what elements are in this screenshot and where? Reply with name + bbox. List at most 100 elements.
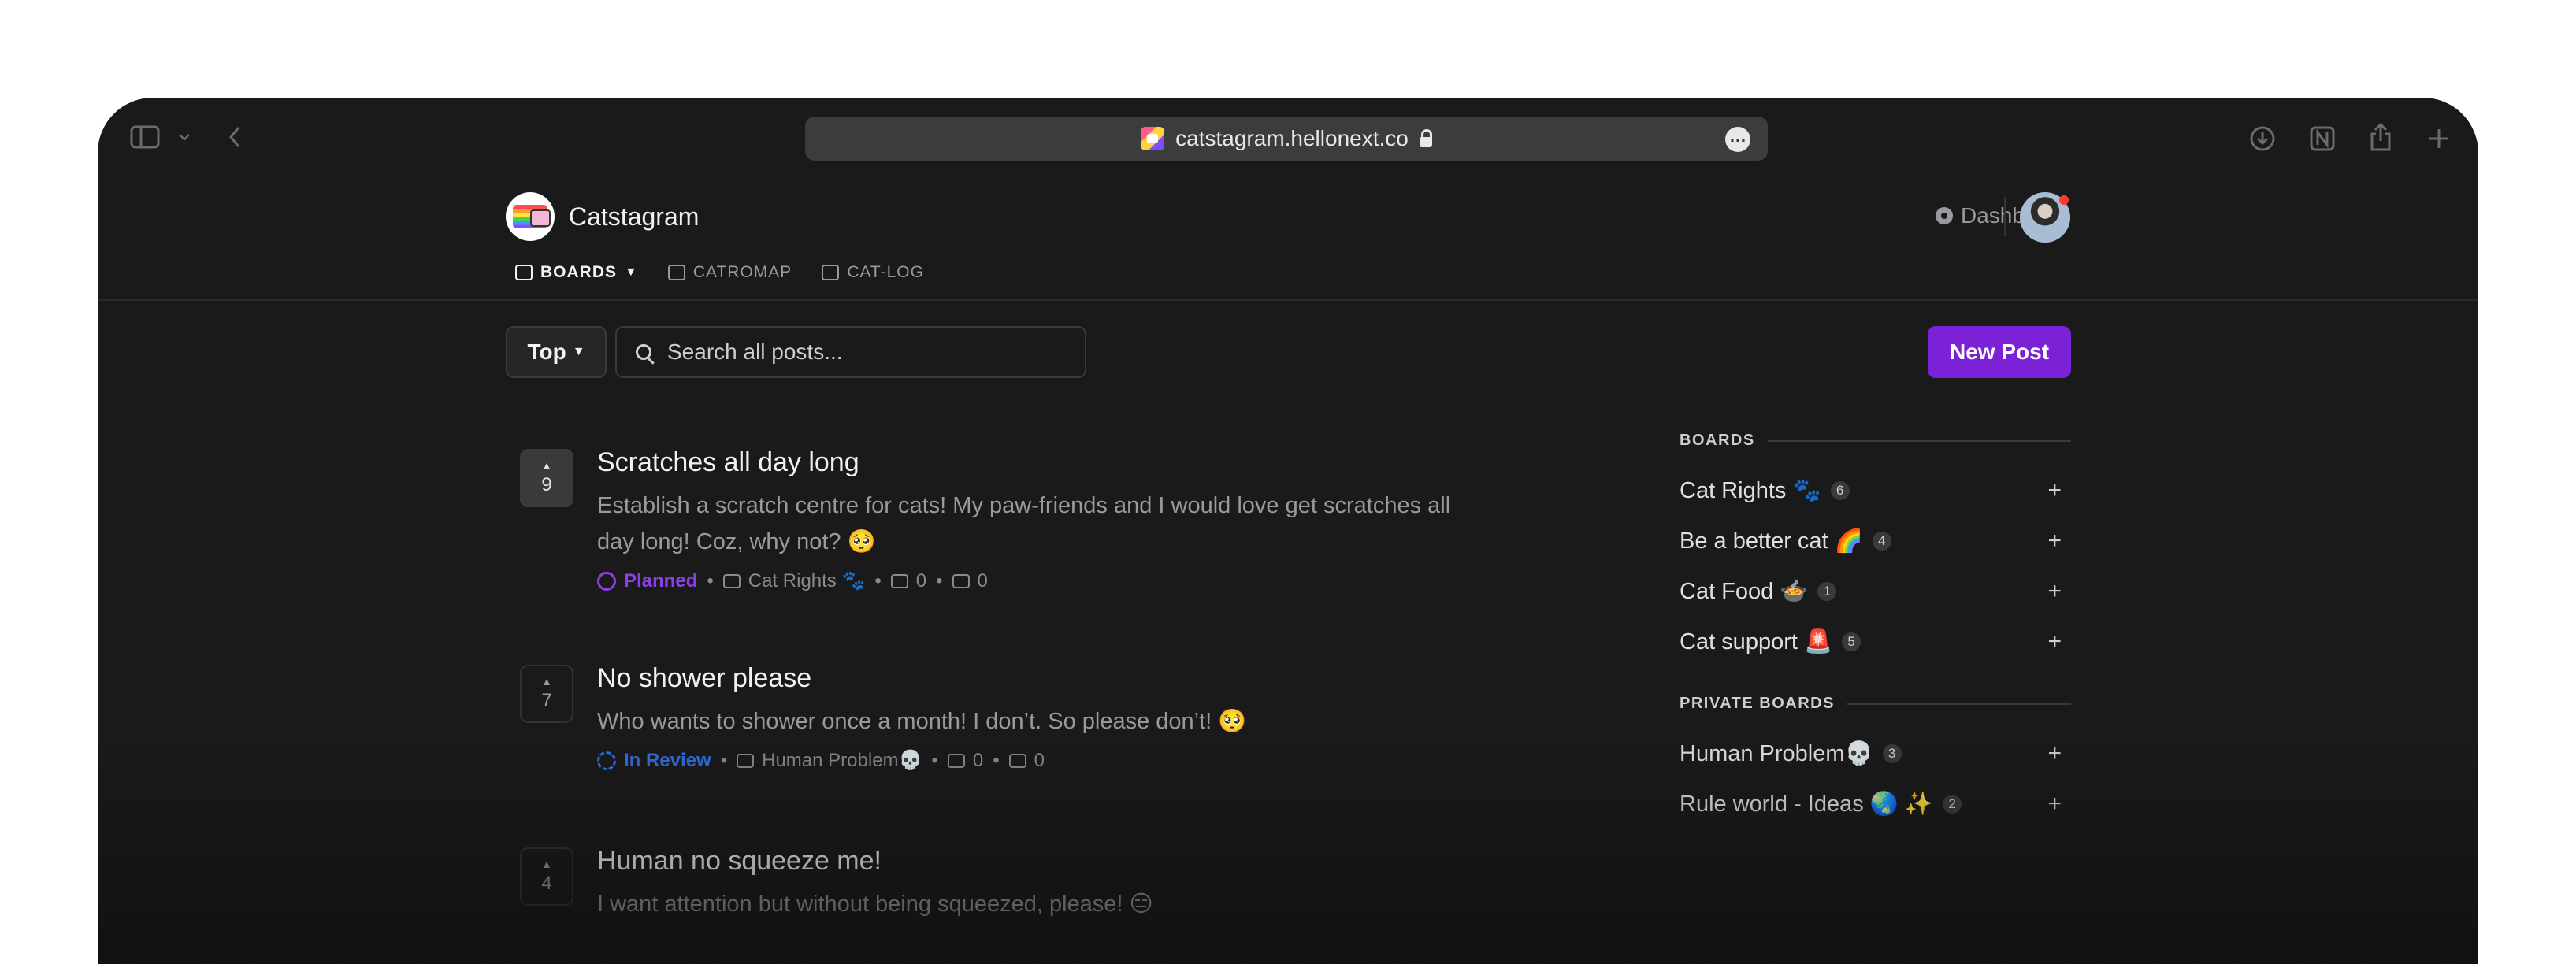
board-name: Cat support 🚨 <box>1680 629 1833 654</box>
boards-heading: BOARDS <box>1680 432 2071 450</box>
sort-dropdown[interactable]: Top ▼ <box>506 326 607 378</box>
post-title[interactable]: Human no squeeze me! <box>597 846 1487 877</box>
private-boards-heading: PRIVATE BOARDS <box>1680 695 2071 713</box>
download-icon[interactable] <box>2248 124 2277 153</box>
vote-count: 4 <box>541 873 552 894</box>
board-count: 5 <box>1842 632 1861 651</box>
post-board[interactable]: Cat Rights 🐾 <box>748 569 866 592</box>
browser-window: catstagram.hellonext.co … Catstagram Das… <box>98 98 2478 964</box>
sort-label: Top <box>527 339 566 364</box>
notification-dot <box>2059 195 2069 205</box>
page-menu-icon[interactable]: … <box>1725 127 1750 152</box>
chevron-down-icon: ▼ <box>572 345 585 358</box>
chevron-up-icon: ▲ <box>541 858 552 870</box>
share-icon[interactable] <box>2366 121 2395 153</box>
board-count: 3 <box>1882 744 1902 763</box>
gear-icon <box>1936 207 1953 224</box>
upvote-button[interactable]: ▲ 4 <box>520 847 573 906</box>
sidebar-toggle-icon[interactable] <box>129 124 161 150</box>
comment-icon <box>890 573 908 588</box>
notion-icon[interactable] <box>2308 124 2337 153</box>
signpost-icon <box>667 265 685 280</box>
add-icon[interactable]: + <box>2047 742 2062 766</box>
chevron-down-icon[interactable] <box>176 129 192 145</box>
vote-count: 7 <box>541 690 552 711</box>
board-name: Cat Rights 🐾 <box>1680 478 1821 503</box>
comment-count: 0 <box>915 569 927 591</box>
board-icon <box>737 753 755 768</box>
board-name: Be a better cat 🌈 <box>1680 528 1863 554</box>
comment-count: 0 <box>972 749 984 771</box>
header-divider-line <box>98 299 2478 301</box>
board-name: Human Problem💀 <box>1680 741 1873 766</box>
chevron-down-icon: ▼ <box>625 265 638 279</box>
main-nav: BOARDS ▼ CATROMAP CAT-LOG <box>515 263 954 282</box>
board-count: 6 <box>1830 481 1850 500</box>
site-favicon-icon <box>1141 127 1165 150</box>
add-icon[interactable]: + <box>2047 529 2062 553</box>
comment-icon <box>947 753 965 768</box>
post-meta: In Review • Human Problem💀 • 0 • 0 <box>597 749 1487 772</box>
post-title[interactable]: No shower please <box>597 663 1487 694</box>
brand-logo-icon <box>506 192 555 241</box>
post-meta: Planned • Cat Rights 🐾 • 0 • 0 <box>597 569 1487 592</box>
brand[interactable]: Catstagram <box>506 192 699 241</box>
board-icon <box>722 573 741 588</box>
header-divider <box>2004 197 2006 236</box>
search-input[interactable] <box>666 339 1063 365</box>
board-count: 1 <box>1817 582 1837 601</box>
reply-icon <box>1008 753 1026 768</box>
sidebar-private-board-item[interactable]: Rule world - Ideas 🌏 ✨ 2 + <box>1680 791 2071 818</box>
add-icon[interactable]: + <box>2047 630 2062 654</box>
post-description: Establish a scratch centre for cats! My … <box>597 493 1451 554</box>
board-name: Cat Food 🍲 <box>1680 579 1809 604</box>
gift-icon <box>822 265 840 280</box>
status-icon <box>597 571 616 591</box>
board-count: 4 <box>1872 532 1891 551</box>
nav-catromap[interactable]: CATROMAP <box>667 263 792 282</box>
nav-cat-log[interactable]: CAT-LOG <box>822 263 924 282</box>
reply-count: 0 <box>1034 749 1045 771</box>
chevron-up-icon: ▲ <box>541 675 552 688</box>
nav-boards[interactable]: BOARDS ▼ <box>515 263 638 282</box>
back-arrow-icon[interactable] <box>225 124 244 150</box>
nav-boards-label: BOARDS <box>540 263 618 281</box>
status-badge[interactable]: Planned <box>624 570 697 592</box>
new-tab-icon[interactable] <box>2425 124 2453 153</box>
board-count: 2 <box>1943 795 1962 814</box>
sidebar-board-item[interactable]: Cat support 🚨 5 + <box>1680 628 2071 655</box>
post-title[interactable]: Scratches all day long <box>597 447 1487 478</box>
sidebar-board-item[interactable]: Cat Food 🍲 1 + <box>1680 578 2071 605</box>
browser-toolbar: catstagram.hellonext.co … <box>98 98 2478 184</box>
post-description: I want attention but without being squee… <box>597 892 1153 917</box>
sidebar-board-item[interactable]: Be a better cat 🌈 4 + <box>1680 528 2071 554</box>
reply-count: 0 <box>977 569 988 591</box>
vote-count: 9 <box>541 474 552 495</box>
post-description: Who wants to shower once a month! I don’… <box>597 709 1247 734</box>
url-text: catstagram.hellonext.co <box>1175 126 1409 150</box>
nav-cat-log-label: CAT-LOG <box>847 263 924 281</box>
sidebar-board-item[interactable]: Cat Rights 🐾 6 + <box>1680 477 2071 504</box>
private-boards-heading-label: PRIVATE BOARDS <box>1680 695 1835 712</box>
add-icon[interactable]: + <box>2047 479 2062 502</box>
boards-icon <box>515 265 533 280</box>
lock-icon <box>1419 128 1432 147</box>
upvote-button[interactable]: ▲ 7 <box>520 665 573 723</box>
nav-catromap-label: CATROMAP <box>692 263 792 281</box>
add-icon[interactable]: + <box>2047 580 2062 603</box>
avatar[interactable] <box>2020 192 2070 243</box>
add-icon[interactable]: + <box>2047 792 2062 816</box>
post-board[interactable]: Human Problem💀 <box>762 749 922 772</box>
boards-heading-label: BOARDS <box>1680 432 1755 449</box>
address-bar[interactable]: catstagram.hellonext.co … <box>805 117 1768 161</box>
upvote-button[interactable]: ▲ 9 <box>520 449 573 507</box>
board-name: Rule world - Ideas 🌏 ✨ <box>1680 792 1934 817</box>
status-badge[interactable]: In Review <box>624 750 711 772</box>
search-box[interactable] <box>615 326 1086 378</box>
reply-icon <box>952 573 970 588</box>
search-icon <box>636 344 651 360</box>
chevron-up-icon: ▲ <box>541 459 552 472</box>
sidebar-private-board-item[interactable]: Human Problem💀 3 + <box>1680 740 2071 767</box>
new-post-button[interactable]: New Post <box>1928 326 2071 378</box>
status-icon <box>597 751 616 770</box>
